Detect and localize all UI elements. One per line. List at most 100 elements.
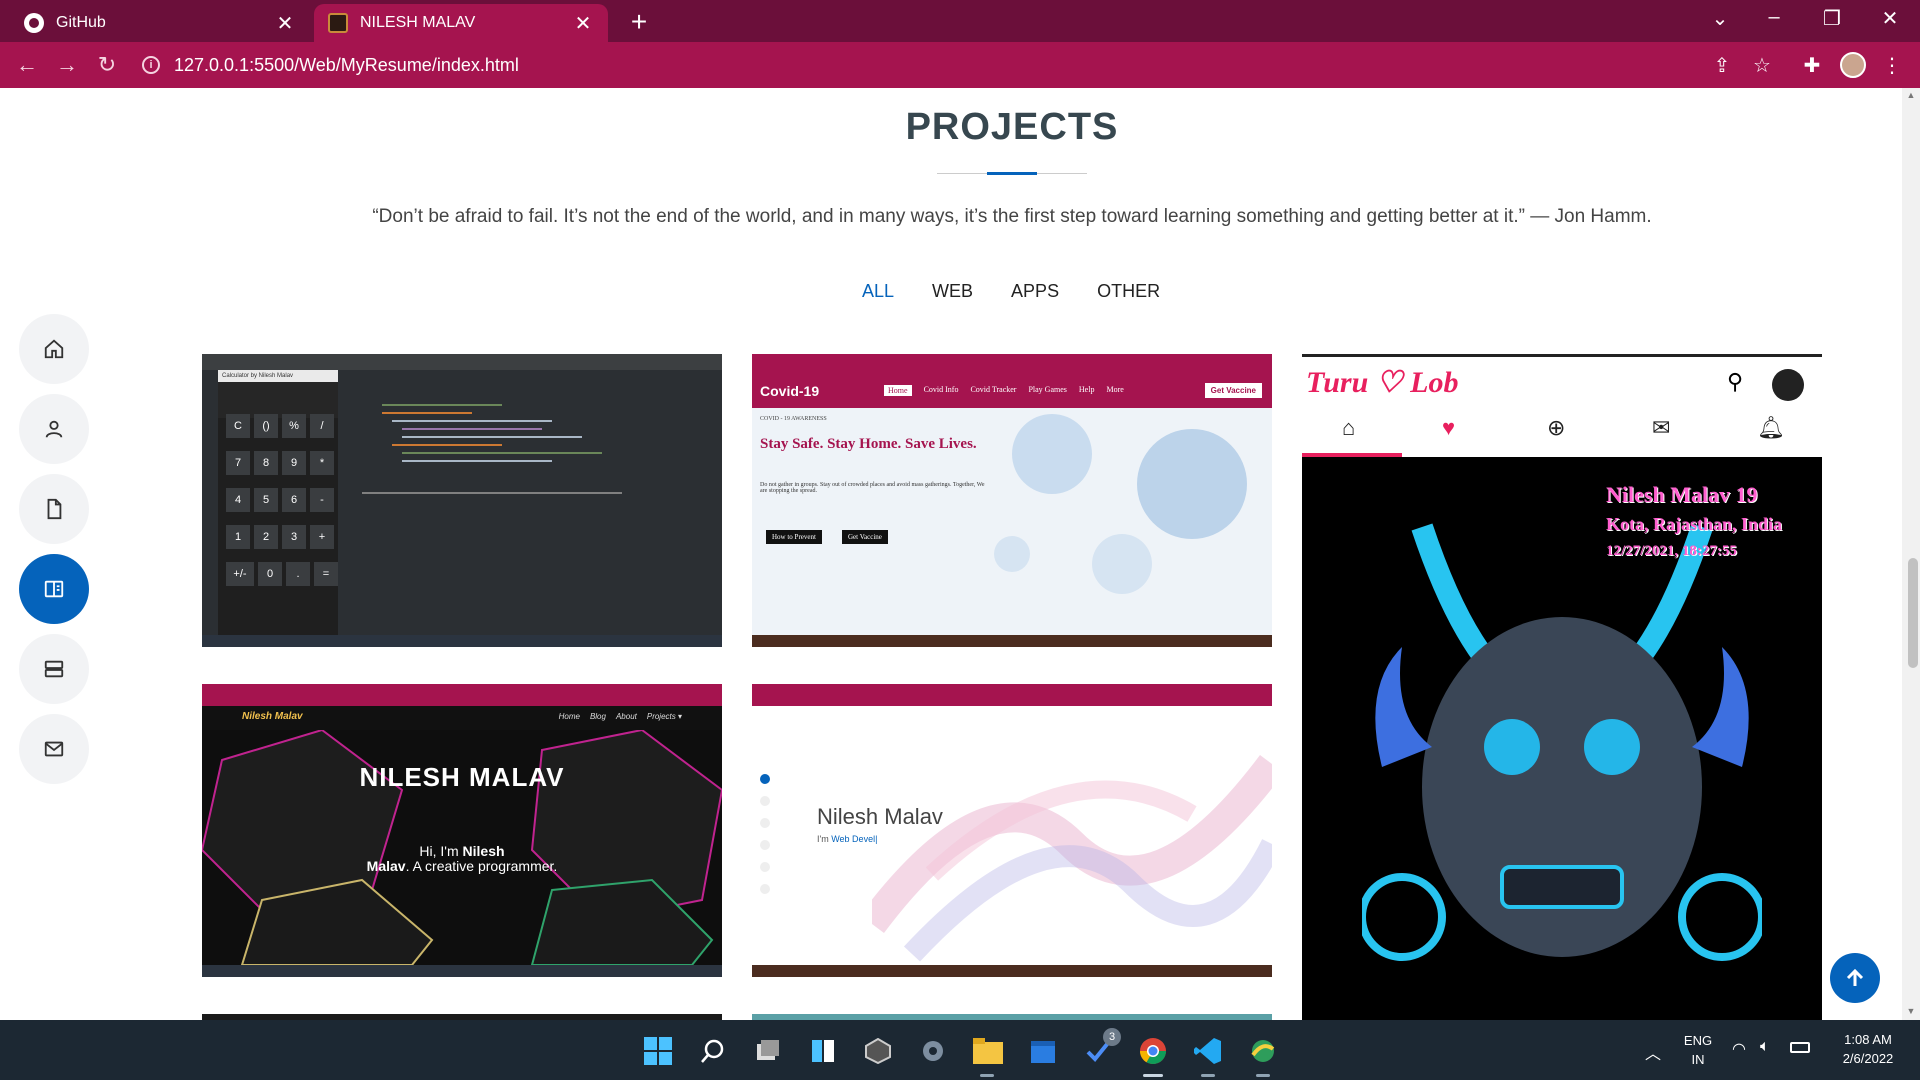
bell-icon: 🔔︎ [1757,415,1785,440]
windows-start-icon[interactable] [643,1036,673,1066]
filter-web[interactable]: WEB [932,281,973,302]
tab-nilesh-malav[interactable]: NILESH MALAV ✕ [314,4,608,42]
widgets-icon[interactable] [808,1036,838,1066]
covid-headline: Stay Safe. Stay Home. Save Lives. [760,436,977,452]
clock-date: 2/6/2022 [1842,1051,1894,1066]
mini-taskbar [752,965,1272,977]
project-card-covid[interactable]: Covid-19 Home Covid Info Covid Tracker P… [752,354,1272,647]
settings-gear-icon[interactable] [918,1036,948,1066]
turu-logo: Turu ♡ Lob [1306,366,1459,399]
nav-resume-button[interactable] [19,474,89,544]
dark-menu: Home Blog About Projects ▾ [559,712,682,721]
home-icon: ⌂ [1342,415,1356,440]
reload-icon[interactable]: ↻ [94,52,120,78]
nav-home-button[interactable] [19,314,89,384]
mini-taskbar [202,965,722,977]
covid-brand: Covid-19 [760,383,820,399]
dark-menu-item: Projects ▾ [646,712,682,721]
file-explorer-icon[interactable] [973,1036,1003,1066]
close-tab-icon[interactable]: ✕ [572,11,594,36]
dark-menu-item: Home [558,712,580,721]
tab-github[interactable]: GitHub ✕ [10,4,310,42]
tab-strip: GitHub ✕ NILESH MALAV ✕ + ⌄ – ❐ ✕ [0,0,1920,42]
section-title: PROJECTS [905,106,1119,148]
virus-illustration [994,414,1247,594]
calendar-app-icon[interactable] [1028,1036,1058,1066]
battery-icon[interactable] [1790,1042,1810,1053]
share-icon[interactable]: ⇪ [1710,54,1734,78]
tab-title: GitHub [56,14,106,31]
project-card-portfolio-dark[interactable]: Nilesh Malav Home Blog About Projects ▾ … [202,684,722,977]
calc-key: 1 [226,525,250,549]
covid-button: How to Prevent [766,530,822,544]
extensions-icon[interactable]: ✚ [1800,54,1824,78]
light-hero-title: Nilesh Malav [817,804,943,829]
calc-key: 0 [258,562,282,586]
restore-icon[interactable]: ❐ [1812,6,1852,31]
filter-other[interactable]: OTHER [1097,281,1160,302]
network-map-icon[interactable] [1248,1036,1278,1066]
dark-sub-prefix: Hi, I'm [419,843,463,859]
nav-portfolio-button[interactable] [19,554,89,624]
running-indicator [980,1074,994,1077]
todo-app-icon[interactable]: 3 [1083,1028,1121,1066]
menu-kebab-icon[interactable]: ⋮ [1880,54,1904,78]
site-favicon-icon [328,13,348,33]
project-card-calculator[interactable]: Calculator by Nilesh Malav C () % / 7 8 … [202,354,722,647]
windows-taskbar: 3 ︿ ENG IN ◠ 🔈︎ 1:08 AM 2/6/2022 [0,1020,1920,1080]
task-view-icon[interactable] [753,1036,783,1066]
bookmark-star-icon[interactable]: ☆ [1750,54,1774,78]
dark-navbar: Nilesh Malav Home Blog About Projects ▾ [202,706,722,730]
close-window-icon[interactable]: ✕ [1870,6,1910,31]
dark-brand: Nilesh Malav [242,711,303,722]
calc-key: % [282,414,306,438]
turu-overlay-name: Nilesh Malav 19 [1606,482,1758,507]
volume-icon[interactable]: 🔈︎ [1760,1038,1770,1056]
messenger-icon: ✉ [1652,415,1671,440]
minimize-icon[interactable]: – [1754,6,1794,29]
url-field[interactable]: i 127.0.0.1:5500/Web/MyResume/index.html [142,48,1747,82]
dark-menu-item: About [615,712,637,721]
mini-taskbar [752,635,1272,647]
dark-menu-item: Blog [589,712,606,721]
vscode-icon[interactable] [1193,1036,1223,1066]
site-info-icon[interactable]: i [142,56,160,74]
page-scrollbar[interactable]: ▲ ▼ [1902,88,1920,1020]
nav-contact-button[interactable] [19,714,89,784]
filter-apps[interactable]: APPS [1011,281,1059,302]
nav-about-button[interactable] [19,394,89,464]
scroll-thumb[interactable] [1908,558,1918,668]
clock[interactable]: 1:08 AM 2/6/2022 [1828,1032,1908,1066]
language-indicator[interactable]: ENG IN [1680,1033,1716,1067]
calc-key: 8 [254,451,278,475]
scroll-down-icon[interactable]: ▼ [1906,1006,1916,1016]
mini-browser-chrome [202,684,722,706]
user-icon [45,420,63,438]
wifi-icon[interactable]: ◠ [1732,1039,1746,1059]
dark-sub-name: Malav [366,858,406,874]
unity-app-icon[interactable] [863,1036,893,1066]
portfolio-filters: ALL WEB APPS OTHER [862,281,1160,302]
project-card-turu-lob[interactable]: Turu ♡ Lob ⚲ ⌂ ♥ ⊕ ✉ 🔔︎ Nilesh Malav 19 … [1302,354,1822,1020]
scroll-up-icon[interactable]: ▲ [1906,90,1916,100]
language-code: ENG [1683,1033,1713,1048]
calc-key: - [310,488,334,512]
forward-icon[interactable]: → [54,52,80,78]
new-tab-button[interactable]: + [624,6,654,38]
tab-search-icon[interactable]: ⌄ [1700,6,1740,31]
tray-chevron-icon[interactable]: ︿ [1645,1040,1661,1064]
search-icon[interactable] [698,1036,728,1066]
back-to-top-button[interactable] [1830,953,1880,1003]
back-icon[interactable]: ← [14,52,40,78]
covid-kicker: COVID - 19 AWARENESS [760,416,827,422]
calc-key: 4 [226,488,250,512]
dark-hero-subtitle: Hi, I'm Nilesh Malav. A creative program… [202,844,722,874]
nav-services-button[interactable] [19,634,89,704]
profile-avatar[interactable] [1840,52,1866,78]
url-text: 127.0.0.1:5500/Web/MyResume/index.html [174,54,519,75]
project-card-portfolio-light[interactable]: Nilesh Malav I'm Web Devel| [752,684,1272,977]
light-hero-subtitle: I'm Web Devel| [817,834,877,844]
chrome-icon[interactable] [1138,1036,1168,1066]
close-tab-icon[interactable]: ✕ [274,11,296,36]
filter-all[interactable]: ALL [862,281,894,302]
